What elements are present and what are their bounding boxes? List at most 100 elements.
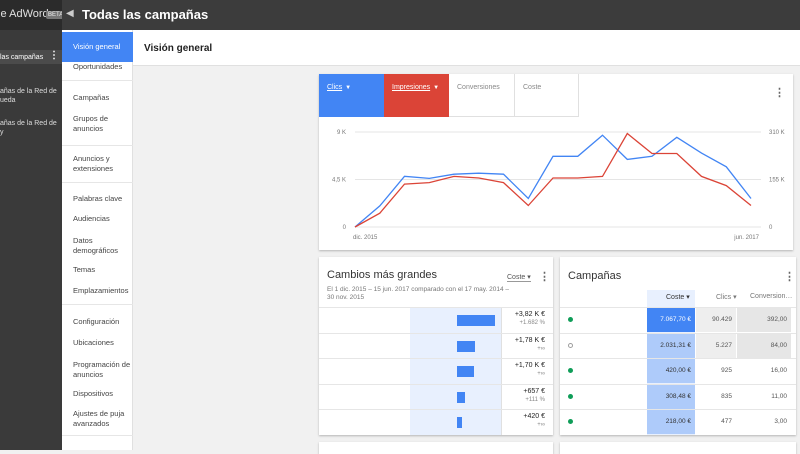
cost-cell: 218,00 €	[647, 410, 695, 435]
nav-item-ad-schedule[interactable]: Programación de anuncios	[73, 360, 131, 380]
table-row[interactable]: 7.067,70 €90.429 392,00	[560, 307, 796, 332]
performance-chart-card: Clics ▼ Impresiones ▼ Conversiones Coste ⋮…	[319, 74, 793, 250]
table-row[interactable]: 2.031,31 €5.227 84,00	[560, 332, 796, 358]
status-icon	[568, 317, 573, 322]
table-row[interactable]: 308,48 € 835 11,00	[560, 383, 796, 409]
nav-item-locations[interactable]: Ubicaciones	[73, 338, 131, 348]
row-divider	[319, 409, 553, 411]
nav-item-demographics[interactable]: Datos demográficos	[73, 236, 131, 256]
change-value: +420 €	[523, 413, 545, 421]
nav-divider	[62, 80, 133, 81]
change-percent: +∞	[537, 422, 545, 429]
nav-item-bid-adjustments[interactable]: Ajustes de puja avanzados	[73, 409, 131, 429]
nav-item-settings[interactable]: Configuración	[73, 317, 131, 327]
row-divider	[319, 383, 553, 385]
y-left-tick-label: 0	[343, 225, 347, 231]
nav-item-placements[interactable]: Emplazamientos	[73, 286, 131, 296]
column-header-cost[interactable]: Coste ▾	[666, 293, 690, 301]
conversions-cell: 3,00	[774, 418, 787, 426]
nav-item-campaigns[interactable]: Campañas	[73, 93, 131, 103]
line-chart: 9 K 310 K 4,5 K 155 K 0 0 dic. 2015 jun. 2017	[332, 130, 785, 241]
change-bar	[457, 366, 475, 378]
date-range-text: El 1 dic. 2015 – 15 jun. 2017 comparado …	[327, 286, 510, 301]
column-divider	[501, 307, 502, 435]
row-divider	[319, 332, 553, 334]
conversions-cell: 11,00	[771, 392, 787, 400]
nav-item-devices[interactable]: Dispositivos	[73, 389, 131, 399]
y-right-tick-label: 0	[769, 225, 773, 231]
nav-divider	[62, 182, 133, 183]
nav-item-ad-groups[interactable]: Grupos de anuncios	[73, 114, 131, 134]
sort-dropdown[interactable]: Coste ▾	[507, 273, 531, 282]
status-icon	[568, 393, 573, 399]
campaign-item-search[interactable]: añas de la Red de ueda	[0, 78, 62, 105]
column-header-conversions[interactable]: Conversion…	[750, 293, 792, 300]
tab-label: Clics	[327, 84, 343, 91]
card-menu-icon[interactable]: ⋮	[539, 270, 550, 283]
nav-item-topics[interactable]: Temas	[73, 265, 131, 275]
next-card-right	[560, 442, 796, 454]
change-percent: +∞	[537, 345, 545, 352]
dropdown-arrow-icon: ▼	[345, 85, 352, 91]
nav-divider	[62, 304, 133, 305]
tab-label: Impresiones	[392, 84, 431, 91]
nav-item-opportunities[interactable]: Oportunidades	[73, 62, 131, 72]
nav-item-overview[interactable]: Visión general	[62, 32, 133, 62]
table-row[interactable]: 218,00 € 477 3,00	[560, 409, 796, 435]
clicks-cell: 5.227	[696, 333, 736, 358]
x-tick-label: jun. 2017	[733, 235, 759, 241]
nav-divider	[62, 435, 133, 436]
card-title: Campañas	[568, 270, 622, 282]
cost-cell: 420,00 €	[647, 359, 695, 384]
card-menu-icon[interactable]: ⋮	[784, 270, 795, 283]
bar-column-bg	[410, 307, 501, 435]
change-value: +1,70 K €	[514, 362, 545, 370]
change-bar	[457, 417, 462, 429]
clicks-cell: 925	[721, 367, 732, 375]
tab-label: Coste	[523, 84, 542, 91]
campaign-item-label: añas de la Red de ueda	[0, 88, 57, 104]
change-value: +3,82 K €	[514, 311, 545, 318]
sort-label: Coste	[507, 274, 526, 281]
y-left-tick-label: 4,5 K	[332, 178, 346, 184]
change-percent: +111 %	[525, 396, 545, 403]
nav-item-keywords[interactable]: Palabras clave	[73, 194, 131, 204]
change-bar	[457, 315, 495, 326]
y-right-tick-label: 155 K	[769, 178, 785, 184]
clicks-cell: 90.429	[696, 308, 736, 332]
cost-cell: 7.067,70 €	[647, 308, 695, 332]
next-card-left	[319, 442, 553, 454]
column-header-clicks[interactable]: Clics ▾	[716, 293, 737, 301]
change-bar	[457, 391, 465, 403]
dropdown-arrow-icon: ▼	[433, 85, 440, 91]
brand-logo[interactable]: gle AdWords BETA	[0, 0, 62, 30]
change-value: +1,78 K €	[514, 336, 545, 344]
column-label: Conversion…	[750, 293, 793, 300]
change-value: +657 €	[523, 387, 545, 395]
tab-conversions[interactable]: Conversiones	[449, 74, 515, 117]
tab-label: Conversiones	[457, 84, 500, 91]
campaign-item-display[interactable]: añas de la Red de y	[0, 110, 62, 137]
conversions-cell: 84,00	[737, 333, 791, 358]
status-icon	[568, 368, 573, 374]
x-tick-label: dic. 2015	[353, 235, 378, 241]
clicks-cell: 835	[721, 392, 732, 400]
nav-item-audiences[interactable]: Audiencias	[73, 214, 131, 224]
collapse-panel-icon[interactable]: ◀	[66, 8, 74, 19]
nav-item-ads-extensions[interactable]: Anuncios y extensiones	[73, 154, 131, 174]
row-divider	[319, 307, 553, 308]
cost-cell: 308,48 €	[647, 384, 695, 409]
campaigns-card: Campañas ⋮ Coste ▾ Clics ▾ Conversion… 7…	[560, 257, 796, 435]
tab-clicks[interactable]: Clics ▼	[319, 74, 384, 117]
table-row[interactable]: 420,00 € 925 16,00	[560, 358, 796, 384]
conversions-cell: 16,00	[770, 367, 787, 375]
chart-menu-icon[interactable]: ⋮	[774, 86, 785, 99]
more-options-icon[interactable]: ⋮	[49, 50, 59, 61]
cost-cell: 2.031,31 €	[647, 333, 695, 358]
tab-cost[interactable]: Coste	[515, 74, 579, 117]
status-icon	[568, 419, 573, 425]
column-label: Clics	[716, 294, 732, 301]
tab-impressions[interactable]: Impresiones ▼	[384, 74, 449, 117]
top-bar: gle AdWords BETA ◀ Todas las campañas	[0, 0, 800, 30]
clicks-cell: 477	[721, 418, 732, 426]
